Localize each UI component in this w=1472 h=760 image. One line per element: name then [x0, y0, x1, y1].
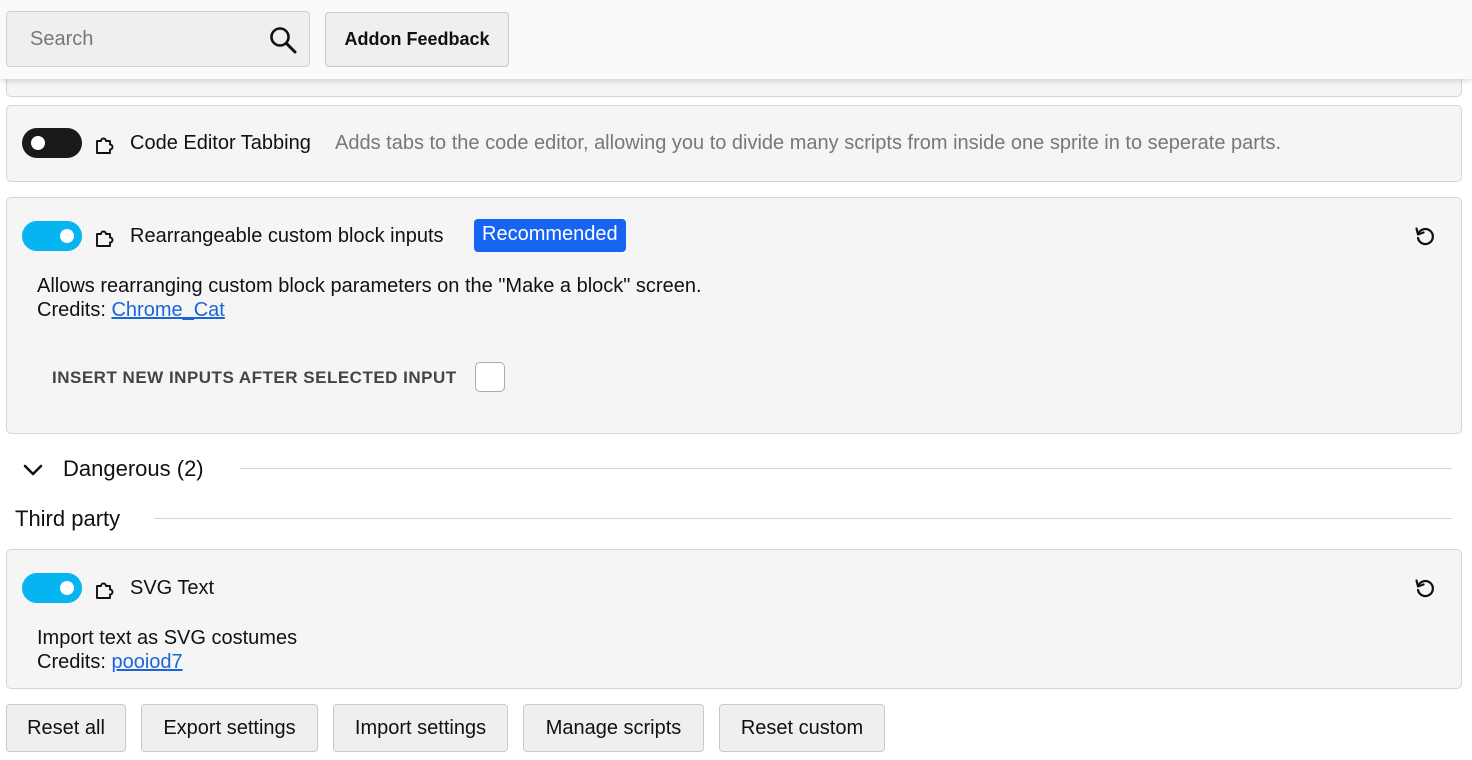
- addon-card-svg-text: SVG Text Import text as SVG costumes Cre…: [6, 549, 1462, 689]
- addon-toggle[interactable]: [22, 221, 82, 251]
- puzzle-icon: [96, 582, 114, 599]
- search-input[interactable]: [7, 12, 257, 66]
- addon-card-code-editor-tabbing: Code Editor Tabbing Adds tabs to the cod…: [6, 105, 1462, 182]
- puzzle-icon: [96, 230, 114, 247]
- reset-all-button[interactable]: Reset all: [6, 704, 126, 752]
- addon-description: Allows rearranging custom block paramete…: [37, 275, 702, 297]
- top-bar: Addon Feedback: [0, 0, 1472, 79]
- toggle-knob: [60, 229, 74, 243]
- credits-label: Credits:: [37, 651, 106, 673]
- addon-description: Adds tabs to the code editor, allowing y…: [335, 132, 1282, 154]
- section-third-party-header: Third party: [15, 506, 121, 531]
- addon-toggle[interactable]: [22, 128, 82, 158]
- puzzle-icon: [96, 137, 114, 154]
- search-icon[interactable]: [268, 25, 298, 55]
- section-dangerous-header[interactable]: Dangerous (2): [63, 456, 204, 482]
- addon-description: Import text as SVG costumes: [37, 627, 298, 649]
- credits-label: Credits:: [37, 299, 106, 321]
- section-divider: [154, 518, 1452, 519]
- setting-label: INSERT NEW INPUTS AFTER SELECTED INPUT: [52, 368, 457, 387]
- addon-credits: Credits: pooiod7: [37, 651, 183, 674]
- toggle-knob: [60, 581, 74, 595]
- section-divider: [240, 468, 1452, 469]
- addon-title: Rearrangeable custom block inputs: [130, 225, 444, 247]
- addon-toggle[interactable]: [22, 573, 82, 603]
- credits-author-link[interactable]: pooiod7: [111, 651, 182, 673]
- search-box: [6, 11, 310, 67]
- recommended-badge: Recommended: [474, 219, 626, 252]
- addon-card-rearrangeable-inputs: Rearrangeable custom block inputs Recomm…: [6, 197, 1462, 434]
- export-settings-button[interactable]: Export settings: [141, 704, 318, 752]
- import-settings-button[interactable]: Import settings: [333, 704, 508, 752]
- reset-custom-button[interactable]: Reset custom: [719, 704, 885, 752]
- reset-icon[interactable]: [1413, 576, 1437, 600]
- addon-credits: Credits: Chrome_Cat: [37, 299, 225, 322]
- chevron-down-icon[interactable]: [22, 459, 44, 481]
- reset-icon[interactable]: [1413, 224, 1437, 248]
- addon-feedback-button[interactable]: Addon Feedback: [325, 12, 509, 67]
- insert-after-selected-checkbox[interactable]: [475, 362, 505, 392]
- addon-title: Code Editor Tabbing: [130, 132, 311, 154]
- toggle-knob: [31, 136, 45, 150]
- credits-author-link[interactable]: Chrome_Cat: [111, 299, 224, 321]
- addon-title: SVG Text: [130, 577, 215, 599]
- manage-scripts-button[interactable]: Manage scripts: [523, 704, 704, 752]
